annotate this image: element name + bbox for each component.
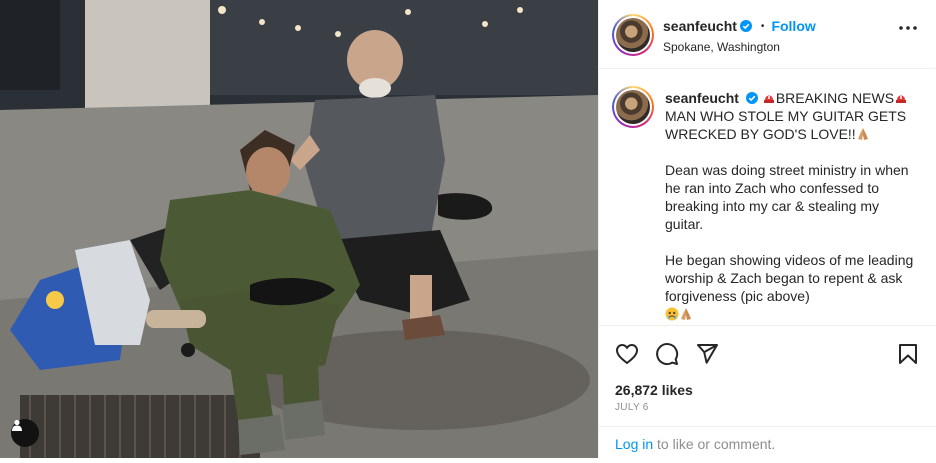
crying-face-emoji bbox=[665, 307, 679, 321]
verified-badge-icon bbox=[739, 20, 752, 32]
caption-headline-rest: MAN WHO STOLE MY GUITAR GETS WRECKED BY … bbox=[665, 108, 907, 142]
share-icon[interactable] bbox=[695, 342, 719, 366]
login-prompt: Log in to like or comment. bbox=[599, 426, 935, 458]
header-user-row: seanfeucht • Follow bbox=[663, 18, 816, 34]
login-link[interactable]: Log in bbox=[615, 436, 653, 452]
heart-icon[interactable] bbox=[615, 342, 639, 366]
post-side-panel: seanfeucht • Follow Spokane, Washington bbox=[598, 0, 935, 458]
post-date[interactable]: JULY 6 bbox=[615, 402, 649, 413]
verified-badge-icon bbox=[745, 92, 758, 104]
siren-emoji bbox=[763, 95, 774, 103]
caption-area: seanfeucht BREAKING NEWS MAN WHO STOLE M… bbox=[599, 70, 935, 326]
caption-text: seanfeucht BREAKING NEWS MAN WHO STOLE M… bbox=[665, 89, 920, 325]
avatar[interactable] bbox=[612, 14, 654, 56]
caption-paragraph-3: He began showing videos of me leading wo… bbox=[665, 252, 914, 304]
username[interactable]: seanfeucht bbox=[663, 18, 737, 34]
praying-hands-emoji bbox=[681, 308, 691, 320]
comment-icon[interactable] bbox=[655, 342, 679, 366]
photo-illustration bbox=[0, 0, 598, 458]
caption-username[interactable]: seanfeucht bbox=[665, 90, 739, 106]
caption-avatar[interactable] bbox=[612, 86, 654, 128]
follow-button[interactable]: Follow bbox=[771, 18, 815, 34]
bookmark-icon[interactable] bbox=[896, 342, 920, 366]
praying-hands-emoji bbox=[857, 128, 868, 140]
user-tag-button[interactable] bbox=[11, 419, 39, 447]
post-photo[interactable] bbox=[0, 0, 598, 458]
caption-headline: BREAKING NEWS bbox=[775, 90, 895, 106]
more-options-icon[interactable] bbox=[899, 26, 917, 30]
likes-count[interactable]: 26,872 likes bbox=[615, 382, 693, 398]
location-link[interactable]: Spokane, Washington bbox=[663, 40, 780, 54]
instagram-post-window: seanfeucht • Follow Spokane, Washington bbox=[0, 0, 936, 463]
caption-paragraph-2: Dean was doing street ministry in when h… bbox=[665, 162, 909, 232]
separator-dot: • bbox=[760, 20, 765, 32]
post-header: seanfeucht • Follow Spokane, Washington bbox=[599, 0, 935, 69]
siren-emoji bbox=[896, 95, 907, 103]
action-bar bbox=[599, 336, 935, 372]
user-tag-icon bbox=[12, 419, 22, 431]
login-prompt-text: to like or comment. bbox=[653, 436, 776, 452]
